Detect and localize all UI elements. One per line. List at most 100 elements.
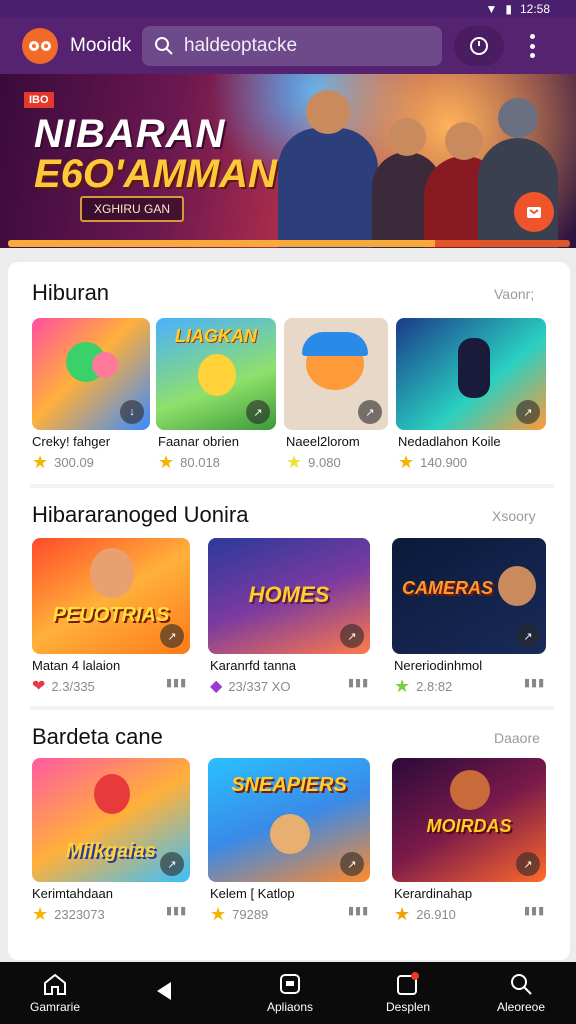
heart-icon: ❤	[32, 678, 46, 695]
nav-label: Gamrarie	[29, 1000, 80, 1014]
star-icon: ★	[32, 904, 49, 924]
install-icon[interactable]: ↗	[340, 852, 364, 876]
install-icon[interactable]: ↗	[516, 400, 540, 424]
game-character	[90, 548, 134, 598]
search-icon	[511, 974, 532, 995]
game-character	[198, 354, 236, 396]
star-icon: ★	[32, 452, 49, 472]
more-menu-button[interactable]	[526, 34, 538, 58]
game-character	[94, 774, 130, 814]
game-tile[interactable]: PEUOTRIAS ↗	[32, 538, 190, 654]
game-name[interactable]: Kerimtahdaan	[32, 886, 113, 901]
nav-item-home[interactable]: Gamrarie	[24, 962, 86, 1024]
game-name[interactable]: Faanar obrien	[158, 434, 239, 449]
gift-icon	[527, 207, 541, 218]
game-rating: ★ 79289	[210, 904, 269, 924]
section-divider	[30, 484, 554, 488]
game-name[interactable]: Nereriodinhmol	[394, 658, 482, 673]
game-tile[interactable]: HOMES ↗	[208, 538, 370, 654]
see-all-link[interactable]: Daaore	[494, 730, 540, 746]
game-rating: ★ 300.09	[32, 452, 94, 472]
game-tile[interactable]: LIAGKAN ↗	[156, 318, 276, 430]
game-rating: ★ 26.910	[394, 904, 456, 924]
banner-action-button[interactable]	[514, 192, 554, 232]
section-divider	[30, 706, 554, 710]
game-character	[498, 566, 536, 606]
game-tile[interactable]: SNEAPIERS ↗	[208, 758, 370, 882]
banner-progress-fill	[8, 240, 436, 247]
game-character	[450, 770, 490, 810]
game-name[interactable]: Naeel2lorom	[286, 434, 360, 449]
game-tile[interactable]: MOIRDAS ↗	[392, 758, 546, 882]
star-icon: ★	[398, 452, 415, 472]
game-rating: ★ 2.8:82	[394, 676, 453, 696]
more-options-icon[interactable]: ▮▮▮	[524, 676, 545, 689]
banner-progress	[8, 240, 570, 247]
history-button[interactable]	[454, 26, 504, 66]
search-icon	[155, 37, 173, 55]
game-character-hat	[302, 332, 368, 356]
game-tile[interactable]: ↗	[396, 318, 546, 430]
apps-icon	[280, 974, 300, 994]
install-icon[interactable]: ↓	[120, 400, 144, 424]
game-tile[interactable]: ↗	[284, 318, 388, 430]
game-character	[270, 814, 310, 854]
tile-art-text: HOMES	[248, 582, 330, 607]
see-all-link[interactable]: Xsoory	[492, 508, 536, 524]
more-options-icon[interactable]: ▮▮▮	[348, 676, 369, 689]
game-name[interactable]: Nedadlahon Koile	[398, 434, 501, 449]
game-name[interactable]: Kelem [ Katlop	[210, 886, 295, 901]
star-icon: ★	[286, 452, 303, 472]
more-options-icon[interactable]: ▮▮▮	[166, 676, 187, 689]
game-name[interactable]: Kerardinahap	[394, 886, 472, 901]
banner-badge: IBO	[24, 92, 54, 108]
game-rating: ★ 9.080	[286, 452, 341, 472]
nav-item-notifications[interactable]: Desplen	[378, 962, 438, 1024]
game-name[interactable]: Creky! fahger	[32, 434, 110, 449]
install-icon[interactable]: ↗	[516, 852, 540, 876]
back-icon	[157, 982, 171, 1000]
game-name[interactable]: Matan 4 lalaion	[32, 658, 120, 673]
badge-icon: ◆	[210, 678, 223, 695]
section-title-hiburan: Hiburan	[32, 280, 110, 305]
game-tile[interactable]: Milkgaias ↗	[32, 758, 190, 882]
game-name[interactable]: Karanrfd tanna	[210, 658, 296, 673]
install-icon[interactable]: ↗	[160, 624, 184, 648]
nav-item-back[interactable]	[144, 962, 184, 1024]
star-icon: ★	[210, 904, 227, 924]
tile-art-text: PEUOTRIAS	[52, 604, 170, 626]
star-icon: ★	[158, 452, 175, 472]
see-all-link[interactable]: Vaonr;	[494, 286, 534, 302]
install-icon[interactable]: ↗	[516, 624, 540, 648]
banner-subtitle: XGHIRU GAN	[80, 196, 185, 222]
app-header: Mooidk haldeoptacke	[0, 18, 576, 74]
banner-character-4	[478, 98, 558, 248]
install-icon[interactable]: ↗	[246, 400, 270, 424]
featured-banner[interactable]: IBO NIBARAN E6O'AMMAN XGHIRU GAN	[0, 74, 576, 248]
nav-item-apps[interactable]: Apliaons	[258, 962, 322, 1024]
battery-icon: ▮	[505, 2, 512, 16]
install-icon[interactable]: ↗	[160, 852, 184, 876]
banner-title-line2: E6O'AMMAN	[34, 152, 277, 196]
more-options-icon[interactable]: ▮▮▮	[166, 904, 187, 917]
game-character	[92, 352, 118, 378]
banner-title-line1: NIBARAN	[34, 112, 226, 156]
app-title: Mooidk	[70, 35, 132, 56]
nav-label: Apliaons	[266, 1000, 314, 1014]
search-input[interactable]: haldeoptacke	[142, 26, 442, 66]
more-options-icon[interactable]: ▮▮▮	[524, 904, 545, 917]
wifi-icon: ▼	[485, 2, 498, 16]
mascot-eyes-icon[interactable]	[22, 28, 58, 64]
game-rating: ❤ 2.3/335	[32, 678, 95, 695]
tile-art-text: MOIRDAS	[426, 816, 512, 836]
more-options-icon[interactable]: ▮▮▮	[348, 904, 369, 917]
game-rating: ◆ 23/337 XO	[210, 678, 291, 695]
install-icon[interactable]: ↗	[340, 624, 364, 648]
notification-icon	[397, 972, 419, 995]
nav-item-search[interactable]: Aleoreoe	[490, 962, 552, 1024]
game-character	[458, 338, 490, 398]
install-icon[interactable]: ↗	[358, 400, 382, 424]
game-tile[interactable]: CAMERAS ↗	[392, 538, 546, 654]
game-tile[interactable]: ↓	[32, 318, 150, 430]
tile-art-text: SNEAPIERS	[231, 774, 347, 796]
